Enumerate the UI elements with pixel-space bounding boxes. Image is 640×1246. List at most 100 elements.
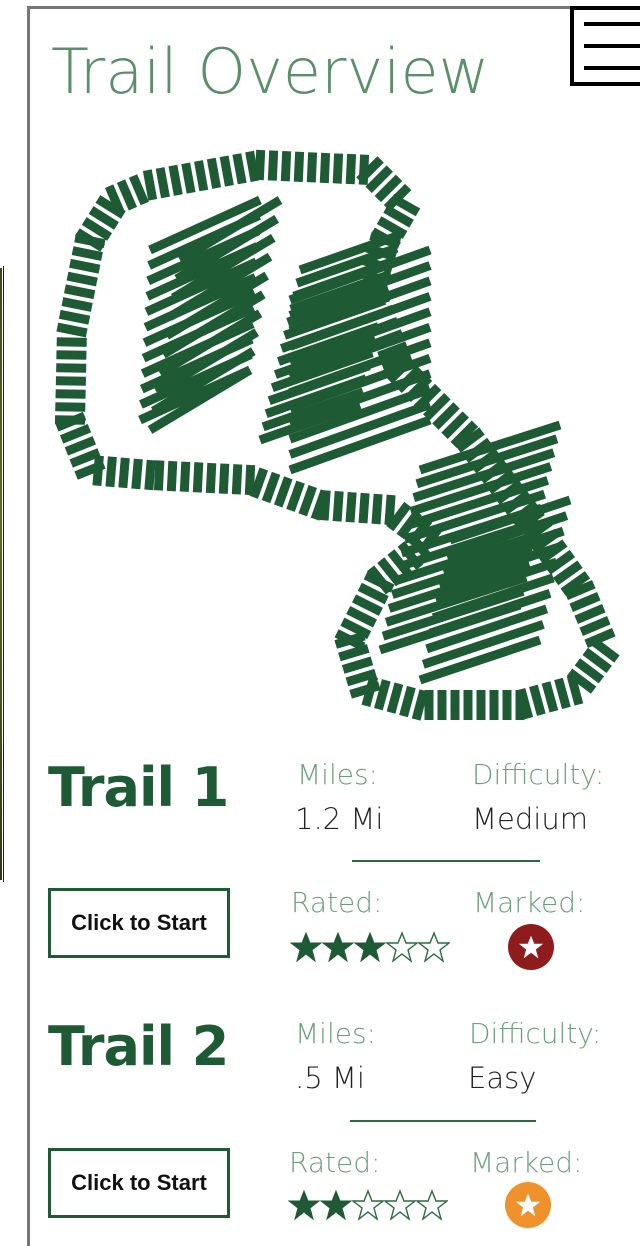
trail-map-stroke xyxy=(374,679,391,711)
trail-map-stroke xyxy=(569,592,601,612)
trail-1-rating xyxy=(290,931,450,963)
trail-2-marked-label: Marked: xyxy=(470,1146,583,1179)
trail-map-stroke xyxy=(554,677,571,710)
star-icon xyxy=(416,1189,448,1221)
trail-2-rating xyxy=(288,1189,448,1221)
star-badge-icon xyxy=(518,935,544,959)
trail-map-stroke xyxy=(232,153,247,185)
trail-map-stroke xyxy=(131,458,143,490)
trail-map-stroke xyxy=(319,152,331,184)
trail-map-stroke xyxy=(69,258,101,274)
trail-map-stroke xyxy=(64,284,96,300)
trail-map-stroke xyxy=(55,402,86,412)
trail-map-stroke xyxy=(168,164,183,196)
trail-map-stroke xyxy=(56,350,87,360)
trail-map-stroke xyxy=(345,153,357,185)
trail-2-difficulty-label: Difficulty: xyxy=(469,1017,602,1050)
trail-map-stroke xyxy=(298,484,318,517)
trail-map-stroke xyxy=(244,464,256,496)
trail-map-stroke xyxy=(273,476,293,508)
trail-map-stroke xyxy=(118,457,130,489)
trail-2-difficulty-value: Easy xyxy=(468,1061,537,1095)
trail-map-stroke xyxy=(56,337,87,347)
trail-1-miles-label: Miles: xyxy=(297,758,378,791)
trail-map-stroke xyxy=(267,150,279,181)
trail-2-divider xyxy=(350,1120,536,1122)
trail-map-stroke xyxy=(341,656,374,674)
trail-map-stroke xyxy=(340,617,372,640)
trail-map-stroke xyxy=(219,155,234,187)
trail-map-stroke xyxy=(249,467,269,499)
star-badge-icon xyxy=(515,1193,541,1217)
trail-2-miles-value: .5 Mi xyxy=(295,1061,365,1095)
trail-map-stroke xyxy=(128,174,149,206)
trail-1-name: Trail 1 xyxy=(48,756,229,819)
trail-2-marker-badge xyxy=(505,1182,551,1228)
trail-2-rated-label: Rated: xyxy=(289,1146,381,1179)
trail-map-stroke xyxy=(56,363,87,373)
trail-map-stroke xyxy=(261,471,281,504)
trail-map-stroke xyxy=(579,616,611,636)
trail-map-stroke xyxy=(384,494,396,526)
trail-map-stroke xyxy=(293,151,305,182)
trail-1-difficulty-value: Medium xyxy=(472,802,588,836)
star-icon xyxy=(354,931,386,963)
trail-map-stroke xyxy=(332,153,344,184)
star-icon xyxy=(384,1189,416,1221)
trail-map-stroke xyxy=(61,297,93,312)
trail-1-difficulty-label: Difficulty: xyxy=(472,758,605,791)
star-icon xyxy=(320,1189,352,1221)
trail-2-start-button[interactable]: Click to Start xyxy=(48,1148,230,1218)
trail-map-stroke xyxy=(194,160,209,192)
trail-map-stroke xyxy=(574,604,606,624)
trail-map-stroke xyxy=(371,493,383,525)
trail-2-miles-label: Miles: xyxy=(295,1017,376,1050)
trail-map-stroke xyxy=(206,157,222,189)
trail-map-stroke xyxy=(59,424,92,444)
trail-map-stroke xyxy=(192,462,204,493)
trail-map-stroke xyxy=(399,685,416,718)
trail-map-stroke xyxy=(286,480,305,512)
trail-2-name: Trail 2 xyxy=(48,1015,229,1078)
trail-map-icon xyxy=(54,149,620,721)
trail-map-stroke xyxy=(55,389,86,399)
trail-map-stroke xyxy=(338,643,370,662)
trail-1-miles-value: 1.2 Mi xyxy=(295,802,384,836)
trail-map-stroke xyxy=(144,459,156,491)
star-icon xyxy=(352,1189,384,1221)
trail-1-divider xyxy=(352,860,540,862)
trail-map-stroke xyxy=(345,491,357,523)
trail-map-stroke xyxy=(55,376,86,386)
trail-1-marker-badge xyxy=(508,924,554,970)
trail-map-stroke xyxy=(116,179,138,211)
trail-1-rated-label: Rated: xyxy=(291,886,383,919)
trail-map-stroke xyxy=(218,463,230,494)
trail-map-stroke xyxy=(166,460,178,492)
trail-map-stroke xyxy=(245,150,260,183)
trail-map-stroke xyxy=(205,462,217,494)
star-icon xyxy=(386,931,418,963)
trail-map-stroke xyxy=(105,456,117,488)
trail-map-stroke xyxy=(142,169,158,201)
trail-map-stroke xyxy=(541,681,559,713)
trail-map-stroke xyxy=(386,682,404,714)
trail-map-stroke xyxy=(179,461,191,492)
trail-map-stroke xyxy=(58,309,91,325)
trail-map-stroke xyxy=(181,162,196,194)
trail-map-stroke xyxy=(254,149,266,181)
trail-1-start-button[interactable]: Click to Start xyxy=(48,888,230,958)
trail-map-stroke xyxy=(71,246,103,261)
trail-map-stroke xyxy=(64,436,96,456)
trail-map-stroke xyxy=(346,605,378,628)
star-icon xyxy=(290,931,322,963)
trail-map-stroke xyxy=(66,271,98,287)
trail-map-stroke xyxy=(332,490,344,522)
trail-map-stroke xyxy=(306,152,318,183)
trail-map-stroke xyxy=(358,492,370,524)
star-icon xyxy=(288,1189,320,1221)
trail-map-stroke xyxy=(280,150,292,182)
trail-map-stroke xyxy=(349,681,381,699)
star-icon xyxy=(322,931,354,963)
trail-map-stroke xyxy=(153,460,165,491)
trail-map-stroke xyxy=(411,689,429,721)
